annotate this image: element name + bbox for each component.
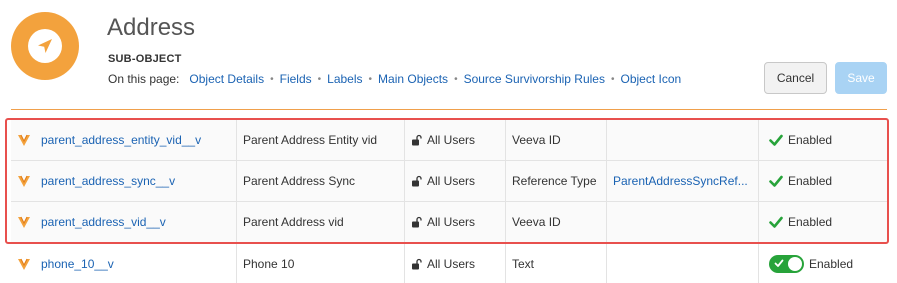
field-name-link[interactable]: parent_address_entity_vid__v	[41, 133, 201, 147]
field-access-cell: All Users	[405, 202, 506, 242]
field-reference-cell: ParentAddressSyncRef...	[607, 161, 759, 201]
separator-dot: •	[317, 73, 322, 85]
field-name-cell: parent_address_vid__v	[11, 202, 237, 242]
check-icon	[769, 215, 783, 229]
veeva-v-icon	[17, 215, 31, 229]
link-object-icon[interactable]: Object Icon	[621, 72, 682, 86]
object-icon	[11, 12, 79, 80]
field-type-cell: Veeva ID	[506, 120, 607, 160]
page-header: Address SUB-OBJECT On this page: Object …	[0, 0, 897, 110]
status-label: Enabled	[788, 133, 833, 147]
field-type-cell: Text	[506, 243, 607, 283]
field-access-cell: All Users	[405, 243, 506, 283]
field-type-cell: Veeva ID	[506, 202, 607, 242]
field-label-cell: Parent Address Sync	[237, 161, 405, 201]
table-row: parent_address_sync__v Parent Address Sy…	[11, 161, 887, 202]
field-label-cell: Phone 10	[237, 243, 405, 283]
link-object-details[interactable]: Object Details	[189, 72, 264, 86]
page-title: Address	[107, 14, 196, 41]
field-name-link[interactable]: phone_10__v	[41, 257, 114, 271]
fields-table: parent_address_entity_vid__v Parent Addr…	[11, 120, 887, 283]
field-status-cell: Enabled	[759, 161, 887, 201]
veeva-v-icon	[17, 257, 31, 271]
save-button[interactable]: Save	[835, 62, 887, 94]
link-labels[interactable]: Labels	[327, 72, 362, 86]
on-this-page-label: On this page:	[108, 72, 180, 86]
on-this-page-nav: On this page: Object Details • Fields • …	[108, 72, 681, 86]
cancel-button[interactable]: Cancel	[764, 62, 827, 94]
link-fields[interactable]: Fields	[280, 72, 312, 86]
field-name-cell: parent_address_sync__v	[11, 161, 237, 201]
field-label-cell: Parent Address Entity vid	[237, 120, 405, 160]
field-reference-cell	[607, 120, 759, 160]
table-row: phone_10__v Phone 10 All Users Text Enab…	[11, 243, 887, 283]
access-label: All Users	[427, 215, 476, 229]
table-row: parent_address_entity_vid__v Parent Addr…	[11, 120, 887, 161]
field-name-link[interactable]: parent_address_sync__v	[41, 174, 175, 188]
field-type-cell: Reference Type	[506, 161, 607, 201]
link-main-objects[interactable]: Main Objects	[378, 72, 448, 86]
unlock-icon	[411, 216, 423, 228]
field-label-cell: Parent Address vid	[237, 202, 405, 242]
check-icon	[774, 259, 784, 267]
status-label: Enabled	[788, 174, 833, 188]
field-name-cell: parent_address_entity_vid__v	[11, 120, 237, 160]
check-icon	[769, 133, 783, 147]
unlock-icon	[411, 134, 423, 146]
veeva-v-icon	[17, 133, 31, 147]
field-access-cell: All Users	[405, 120, 506, 160]
status-label: Enabled	[788, 215, 833, 229]
separator-dot: •	[270, 73, 274, 85]
field-status-cell: Enabled	[759, 243, 887, 283]
field-status-cell: Enabled	[759, 202, 887, 242]
table-row: parent_address_vid__v Parent Address vid…	[11, 202, 887, 243]
page-subtitle: SUB-OBJECT	[108, 53, 182, 65]
field-reference-cell	[607, 202, 759, 242]
unlock-icon	[411, 175, 423, 187]
access-label: All Users	[427, 133, 476, 147]
field-name-link[interactable]: parent_address_vid__v	[41, 215, 166, 229]
enabled-toggle[interactable]	[769, 254, 804, 273]
field-name-cell: phone_10__v	[11, 243, 237, 283]
veeva-v-icon	[17, 174, 31, 188]
check-icon	[769, 174, 783, 188]
navigation-arrow-icon	[28, 29, 62, 63]
status-label: Enabled	[809, 256, 854, 271]
separator-dot: •	[368, 73, 373, 85]
separator-dot: •	[610, 73, 615, 85]
unlock-icon	[411, 258, 423, 270]
field-reference-cell	[607, 243, 759, 283]
access-label: All Users	[427, 256, 476, 271]
separator-dot: •	[454, 73, 458, 85]
reference-link[interactable]: ParentAddressSyncRef...	[613, 174, 748, 188]
field-access-cell: All Users	[405, 161, 506, 201]
access-label: All Users	[427, 174, 476, 188]
header-divider	[11, 109, 887, 110]
field-status-cell: Enabled	[759, 120, 887, 160]
link-source-survivorship-rules[interactable]: Source Survivorship Rules	[464, 72, 605, 86]
